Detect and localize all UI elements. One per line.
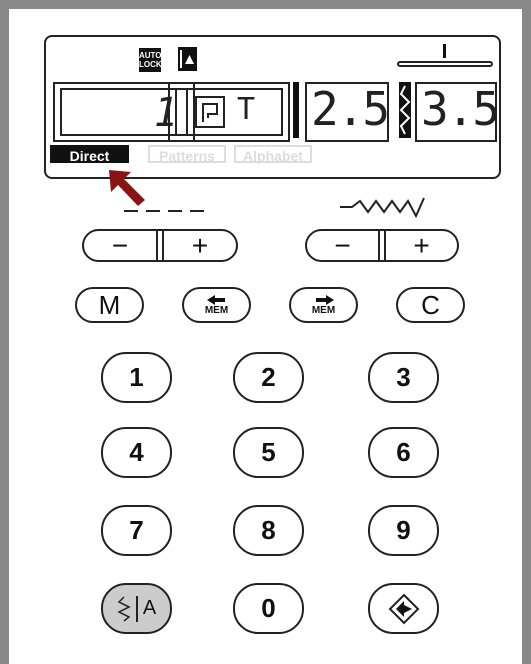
stitch-alphabet-toggle-button[interactable]: A	[101, 583, 172, 634]
auto-lock-indicator: AUTO LOCK	[139, 48, 162, 72]
pattern-symbol-frame: T	[168, 82, 290, 142]
mem-back-label: MEM	[204, 304, 229, 316]
mem-forward-label: MEM	[311, 304, 336, 316]
width-zigzag-icon	[399, 82, 411, 138]
toggle-divider	[135, 595, 138, 622]
key-2[interactable]: 2	[233, 352, 304, 403]
stitch-length-icon	[124, 210, 208, 212]
alphabet-letter: A	[142, 597, 157, 619]
width-minus-button[interactable]: −	[307, 231, 378, 260]
key-9[interactable]: 9	[368, 505, 439, 556]
mode-direct[interactable]: Direct	[50, 145, 129, 164]
stitch-length-adjuster: − +	[82, 229, 238, 262]
key-6[interactable]: 6	[368, 427, 439, 478]
stitch-width-adjuster: − +	[305, 229, 459, 262]
width-box: 3.5	[415, 82, 500, 142]
key-7[interactable]: 7	[101, 505, 172, 556]
key-3[interactable]: 3	[368, 352, 439, 403]
arrow-right-icon	[315, 294, 334, 305]
length-box: 2.5	[305, 82, 390, 142]
clear-button[interactable]: C	[396, 287, 465, 323]
lcd-display: AUTO LOCK 1 T 2.5 3.5 Direct Patterns Al	[44, 35, 501, 179]
width-value: 3.5	[421, 82, 500, 136]
length-divider	[156, 229, 164, 262]
mem-forward-button[interactable]: MEM	[289, 287, 358, 323]
pattern-letter: T	[237, 92, 256, 127]
set-key-button[interactable]	[368, 583, 439, 634]
zigzag-stitch-icon	[117, 595, 131, 622]
arrow-left-icon	[206, 294, 225, 305]
key-8[interactable]: 8	[233, 505, 304, 556]
stitch-width-icon	[340, 197, 425, 218]
length-plus-button[interactable]: +	[164, 231, 236, 260]
diamond-arrow-icon	[388, 593, 419, 624]
length-marker	[293, 82, 299, 138]
needle-position-marker	[443, 44, 446, 58]
pointer-arrow-icon	[109, 170, 145, 206]
pattern-symbol-box: T	[175, 88, 283, 136]
mem-back-button[interactable]: MEM	[182, 287, 251, 323]
width-divider	[378, 229, 386, 262]
key-4[interactable]: 4	[101, 427, 172, 478]
stitch-pattern-icon	[195, 96, 225, 128]
mode-patterns[interactable]: Patterns	[148, 145, 226, 164]
length-value: 2.5	[311, 82, 390, 136]
key-0[interactable]: 0	[233, 583, 304, 634]
memory-button[interactable]: M	[75, 287, 144, 323]
auto-lock-label-2: LOCK	[139, 60, 162, 69]
mode-alphabet[interactable]: Alphabet	[234, 145, 312, 164]
needle-up-down-icon	[178, 47, 197, 71]
length-minus-button[interactable]: −	[84, 231, 156, 260]
width-plus-button[interactable]: +	[386, 231, 457, 260]
needle-position-scale	[397, 61, 493, 67]
auto-lock-label-1: AUTO	[139, 51, 162, 60]
key-5[interactable]: 5	[233, 427, 304, 478]
key-1[interactable]: 1	[101, 352, 172, 403]
